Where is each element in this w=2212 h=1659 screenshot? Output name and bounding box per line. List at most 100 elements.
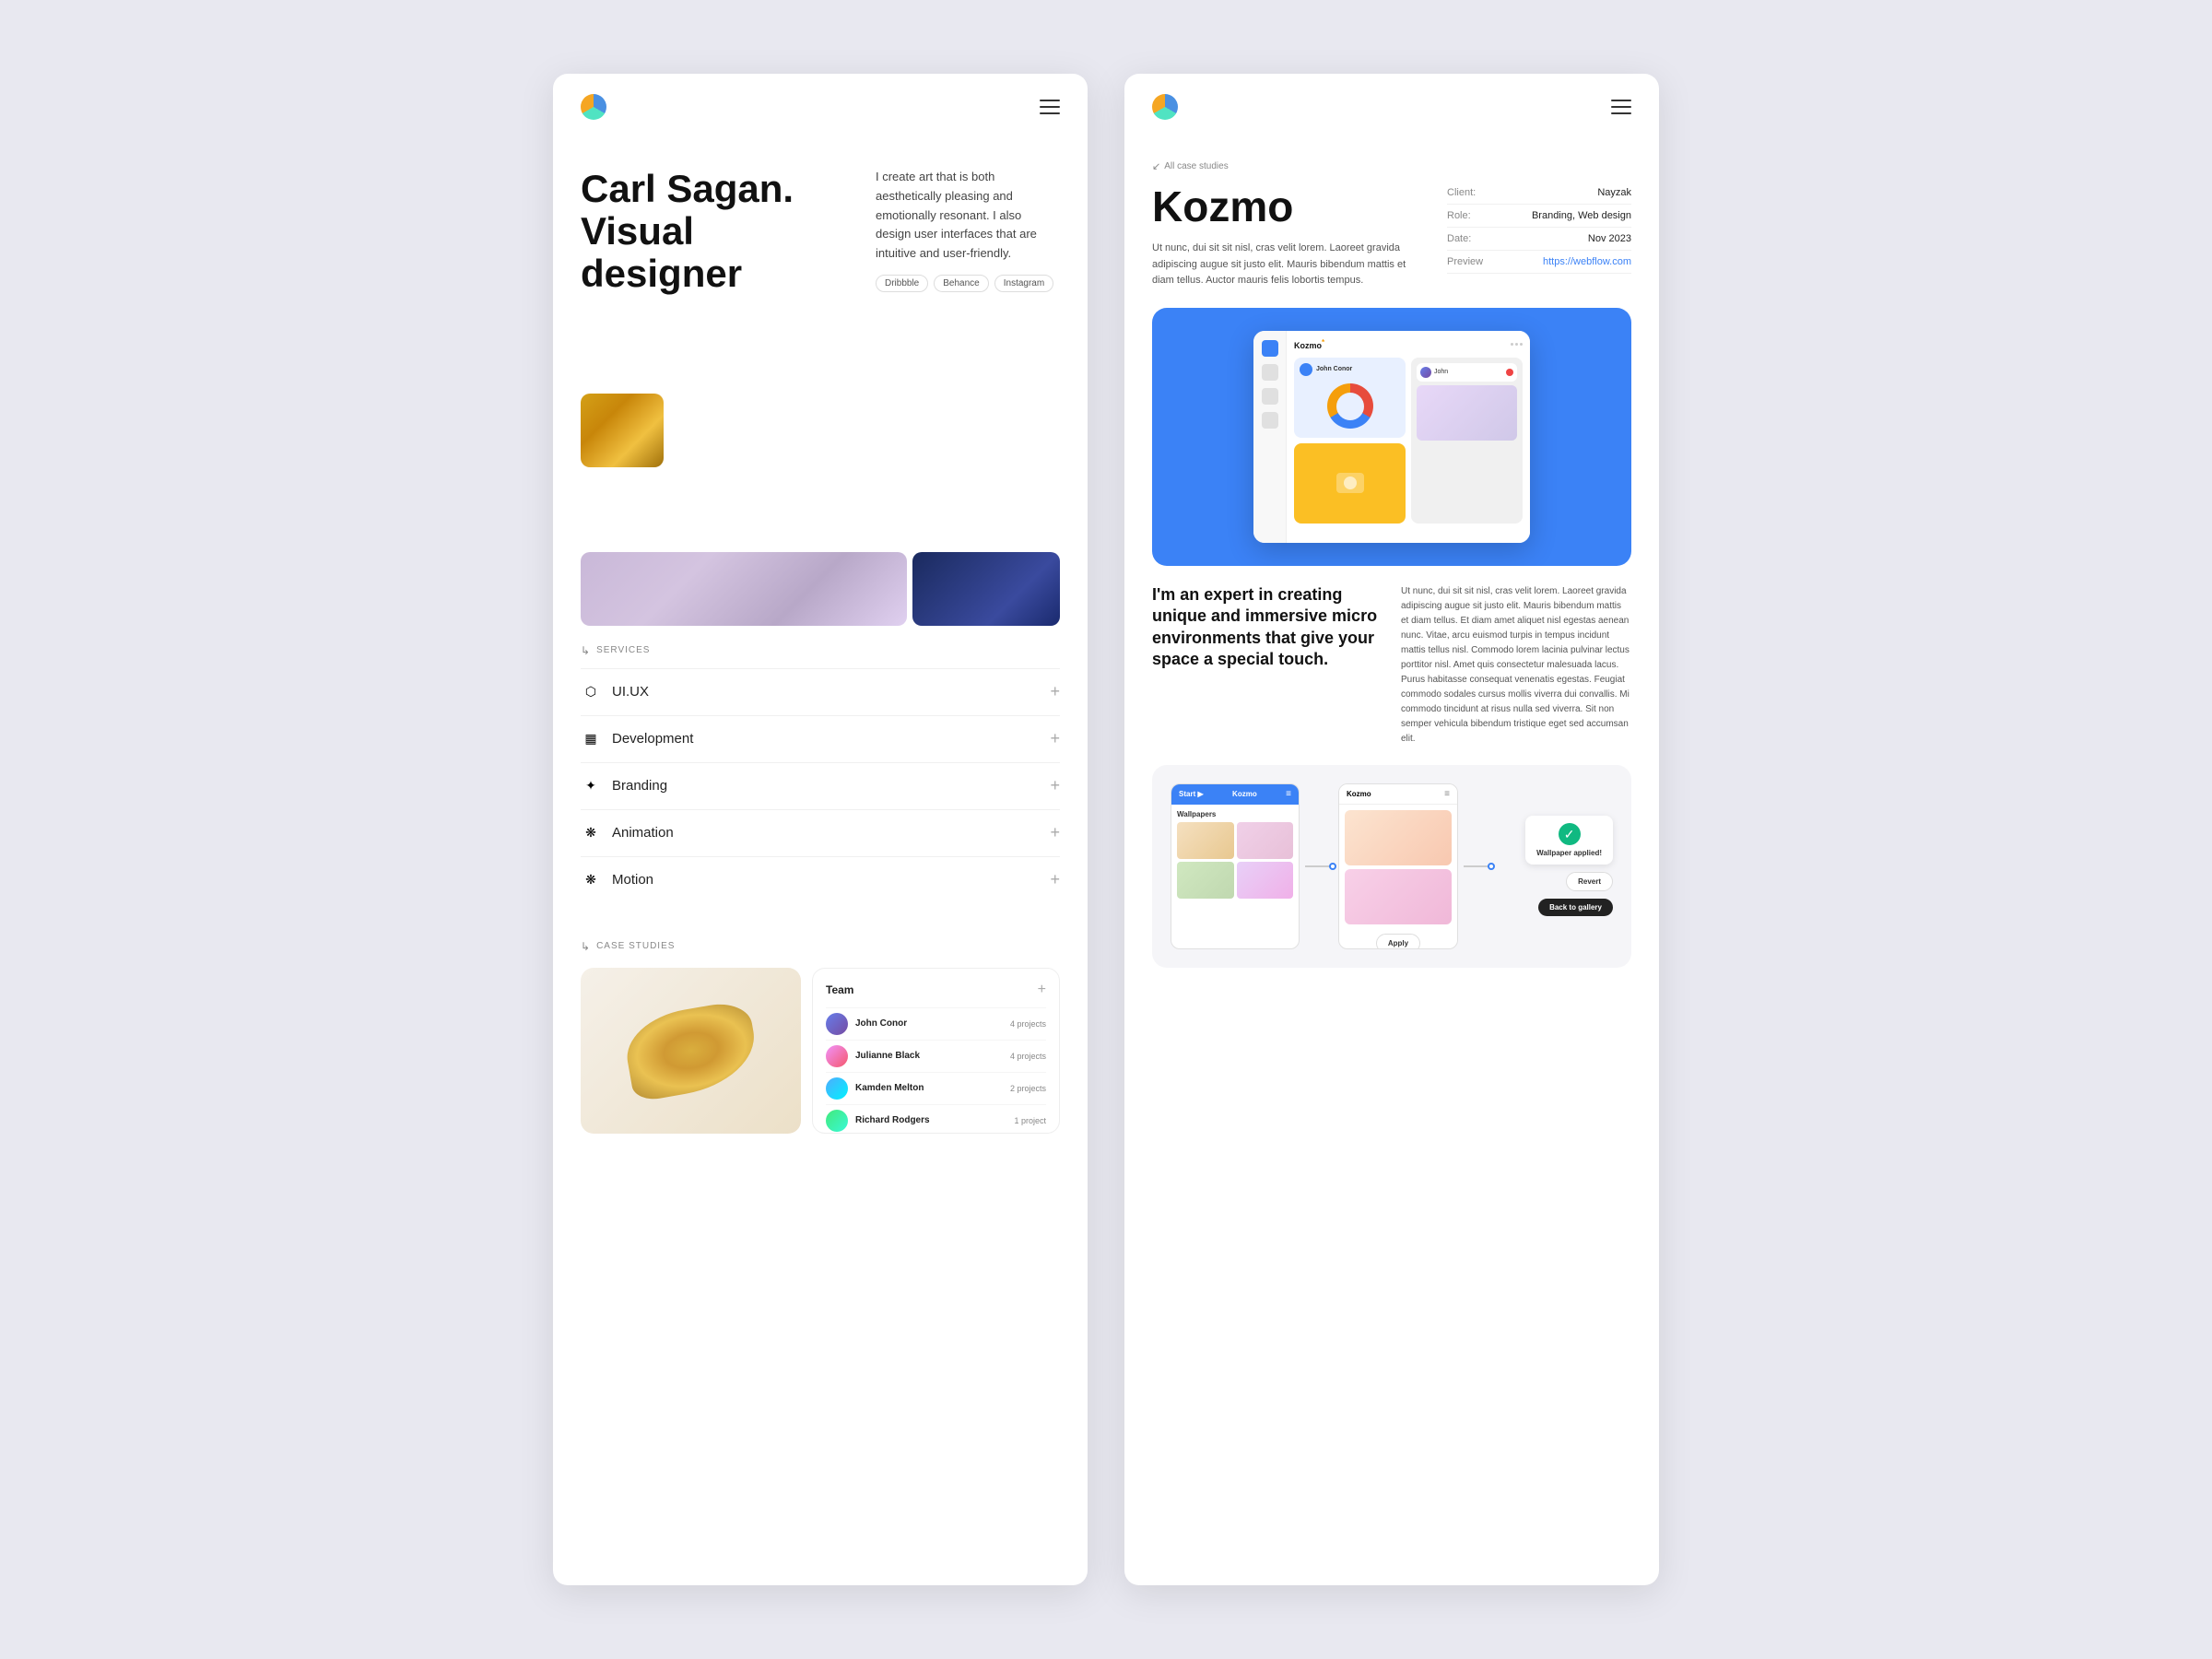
service-development[interactable]: ▦ Development + (581, 715, 1060, 762)
branding-expand[interactable]: + (1050, 776, 1060, 795)
team-row-4: Richard Rodgers 1 project (826, 1104, 1046, 1134)
case-studies-section: CASE STUDIES Team + John Conor 4 (553, 922, 1088, 1134)
tag-instagram[interactable]: Instagram (994, 275, 1053, 292)
meta-preview: Preview https://webflow.com (1447, 251, 1631, 274)
animation-expand[interactable]: + (1050, 823, 1060, 842)
services-section: SERVICES ⬡ UI.UX + ▦ Development + ✦ Bra… (553, 644, 1088, 922)
motion-label: Motion (612, 872, 653, 888)
flow-screen-1-header: Start ▶ Kozmo ≡ (1171, 784, 1299, 805)
hero-title: Carl Sagan. Visual designer (581, 168, 857, 296)
blue-showcase: Kozmo* John Conor (1152, 308, 1631, 566)
branding-label: Branding (612, 778, 667, 794)
user-card-1: John (1417, 363, 1517, 382)
flow-screen-2: Kozmo ≡ Apply (1338, 783, 1458, 949)
case-card-gold[interactable] (581, 968, 801, 1134)
wallpaper-grid (1177, 822, 1293, 899)
app-main-area: Kozmo* John Conor (1287, 331, 1530, 543)
meta-client: Client: Nayzak (1447, 182, 1631, 205)
wallpaper-preview-1 (1345, 810, 1452, 865)
branding-icon: ✦ (581, 776, 601, 796)
image-grid (553, 333, 1088, 644)
revert-button[interactable]: Revert (1566, 872, 1613, 891)
role-value: Branding, Web design (1532, 210, 1631, 221)
right-nav (1124, 74, 1659, 140)
meta-role: Role: Branding, Web design (1447, 205, 1631, 228)
client-label: Client: (1447, 187, 1476, 198)
app-brand-name: Kozmo* (1294, 338, 1324, 350)
apply-btn-container: Apply (1339, 930, 1457, 949)
profile-header: John Conor (1300, 363, 1400, 376)
right-menu-icon[interactable] (1611, 100, 1631, 114)
flow-menu-1: ≡ (1286, 789, 1291, 799)
app-profile-card: John Conor (1294, 358, 1406, 438)
motion-icon: ❋ (581, 870, 601, 890)
member-count-4: 1 project (1014, 1116, 1046, 1125)
user-name-1: John (1434, 369, 1448, 375)
flow-arrow-1 (1300, 865, 1338, 867)
team-title: Team (826, 983, 853, 996)
flow-mockup: Start ▶ Kozmo ≡ Wallpapers (1152, 765, 1631, 968)
right-logo (1152, 94, 1178, 120)
gold-image (581, 394, 664, 467)
case-card-team[interactable]: Team + John Conor 4 projects Julianne B (812, 968, 1060, 1134)
flow-brand-name-1: Kozmo (1232, 790, 1257, 798)
left-logo (581, 94, 606, 120)
preview-link[interactable]: https://webflow.com (1543, 256, 1631, 267)
team-row-2: Julianne Black 4 projects (826, 1040, 1046, 1072)
service-animation[interactable]: ❋ Animation + (581, 809, 1060, 856)
uiux-label: UI.UX (612, 684, 649, 700)
meta-date: Date: Nov 2023 (1447, 228, 1631, 251)
service-branding[interactable]: ✦ Branding + (581, 762, 1060, 809)
tag-behance[interactable]: Behance (934, 275, 988, 292)
success-card: ✓ Wallpaper applied! (1525, 816, 1613, 865)
wallpaper-4[interactable] (1237, 862, 1294, 899)
service-motion[interactable]: ❋ Motion + (581, 856, 1060, 903)
left-menu-icon[interactable] (1040, 100, 1060, 114)
apply-button[interactable]: Apply (1376, 934, 1420, 949)
sidebar-dot-4 (1262, 412, 1278, 429)
back-link[interactable]: All case studies (1124, 140, 1659, 182)
expert-left: I'm an expert in creating unique and imm… (1152, 584, 1382, 747)
flow-screen-1: Start ▶ Kozmo ≡ Wallpapers (1171, 783, 1300, 949)
wallpaper-applied-text: Wallpaper applied! (1536, 849, 1602, 857)
marble-image (581, 552, 907, 626)
wallpaper-3[interactable] (1177, 862, 1234, 899)
hero-section: Carl Sagan. Visual designer I create art… (553, 140, 1088, 333)
team-add-icon[interactable]: + (1038, 982, 1046, 998)
app-menu-dots (1511, 343, 1523, 346)
app-wide-card: John (1411, 358, 1523, 524)
tag-dribbble[interactable]: Dribbble (876, 275, 928, 292)
team-header: Team + (826, 982, 1046, 998)
expert-body: Ut nunc, dui sit sit nisl, cras velit lo… (1401, 584, 1631, 747)
expert-title: I'm an expert in creating unique and imm… (1152, 584, 1382, 671)
wallpaper-1[interactable] (1177, 822, 1234, 859)
flow-showcase: Start ▶ Kozmo ≡ Wallpapers (1152, 765, 1631, 968)
uiux-expand[interactable]: + (1050, 682, 1060, 701)
wallpaper-preview-2 (1345, 869, 1452, 924)
case-meta: Client: Nayzak Role: Branding, Web desig… (1447, 182, 1631, 289)
flow-screen-2-body (1339, 805, 1457, 930)
motion-expand[interactable]: + (1050, 870, 1060, 889)
arrow-dot-1 (1329, 863, 1336, 870)
flow-result: ✓ Wallpaper applied! Revert Back to gall… (1497, 816, 1613, 916)
member-name-3: Kamden Melton (855, 1083, 1010, 1093)
sidebar-dot-1 (1262, 340, 1278, 357)
user-avatar-1 (1420, 367, 1431, 378)
development-label: Development (612, 731, 693, 747)
avatar-3 (826, 1077, 848, 1100)
wallpaper-2[interactable] (1237, 822, 1294, 859)
flow-screen-1-body: Wallpapers (1171, 805, 1299, 904)
camera-icon (1336, 473, 1364, 493)
member-name-2: Julianne Black (855, 1051, 1010, 1061)
back-to-gallery-button[interactable]: Back to gallery (1538, 899, 1613, 916)
case-description: Ut nunc, dui sit sit nisl, cras velit lo… (1152, 241, 1429, 289)
development-expand[interactable]: + (1050, 729, 1060, 748)
success-icon: ✓ (1559, 823, 1581, 845)
animation-label: Animation (612, 825, 674, 841)
case-title: Kozmo (1152, 182, 1429, 231)
donut-chart (1327, 383, 1373, 429)
arrow-line-2 (1464, 865, 1491, 867)
animation-icon: ❋ (581, 823, 601, 843)
hero-description: I create art that is both aesthetically … (876, 168, 1060, 264)
service-uiux[interactable]: ⬡ UI.UX + (581, 668, 1060, 715)
